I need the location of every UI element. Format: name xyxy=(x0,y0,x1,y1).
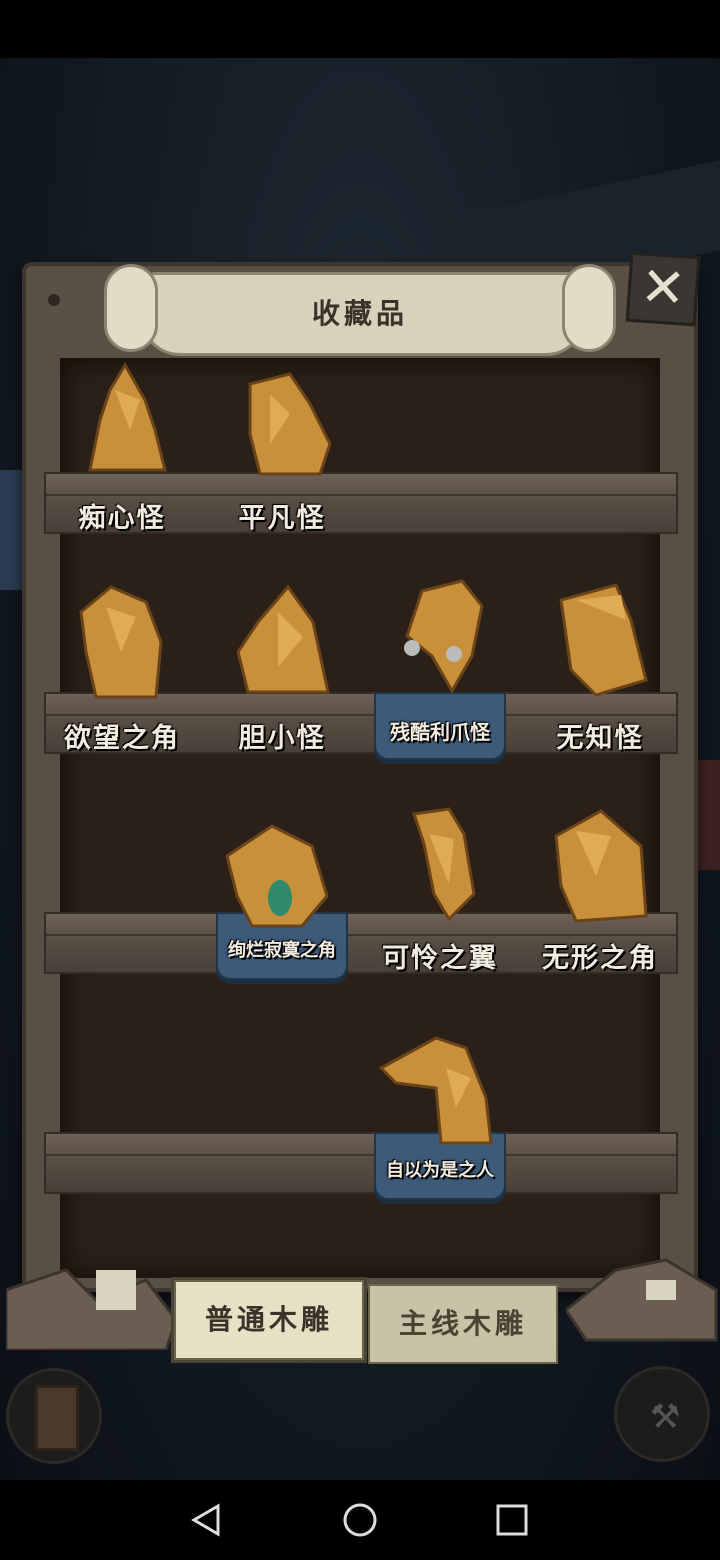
carving-figure[interactable] xyxy=(66,582,176,702)
axe-icon: ⚒ xyxy=(649,1397,681,1437)
item-label: 胆小怪 xyxy=(238,723,326,754)
title-scroll: 收藏品 xyxy=(104,262,616,356)
axe-button[interactable]: ⚒ xyxy=(614,1366,710,1462)
carving-figure[interactable] xyxy=(376,1028,500,1148)
recents-icon[interactable] xyxy=(492,1500,532,1540)
carving-figure[interactable] xyxy=(230,364,340,484)
item-label: 痴心怪 xyxy=(78,503,166,534)
panel-title: 收藏品 xyxy=(311,297,408,330)
item-label: 可怜之翼 xyxy=(382,943,498,974)
tab-main-carving[interactable]: 主线木雕 xyxy=(368,1284,558,1364)
item-label: 欲望之角 xyxy=(64,723,180,754)
back-icon[interactable] xyxy=(186,1500,226,1540)
rocks-decoration xyxy=(563,1250,718,1350)
navigation-bar xyxy=(0,1480,720,1560)
carving-figure[interactable] xyxy=(546,806,656,926)
carving-figure[interactable] xyxy=(222,816,332,936)
nail-decoration xyxy=(48,294,60,306)
item-label: 无知怪 xyxy=(556,723,644,754)
rocks-decoration xyxy=(4,1250,178,1352)
carving-figure[interactable] xyxy=(228,582,338,702)
door-icon xyxy=(35,1385,79,1451)
carving-figure[interactable] xyxy=(546,580,656,700)
close-icon: ✕ xyxy=(638,254,688,321)
item-label: 平凡怪 xyxy=(238,503,326,534)
item-label: 绚烂寂寞之角 xyxy=(228,940,336,961)
door-button[interactable] xyxy=(6,1368,102,1464)
item-label: 残酷利爪怪 xyxy=(390,720,490,744)
status-bar xyxy=(0,0,720,58)
close-button[interactable]: ✕ xyxy=(625,251,701,327)
tab-normal-carving[interactable]: 普通木雕 xyxy=(174,1280,364,1360)
carving-figure[interactable] xyxy=(392,576,502,696)
item-label: 自以为是之人 xyxy=(386,1160,494,1181)
carving-figure[interactable] xyxy=(70,360,180,480)
item-label: 无形之角 xyxy=(542,943,658,974)
home-icon[interactable] xyxy=(340,1500,380,1540)
carving-figure[interactable] xyxy=(394,804,504,924)
